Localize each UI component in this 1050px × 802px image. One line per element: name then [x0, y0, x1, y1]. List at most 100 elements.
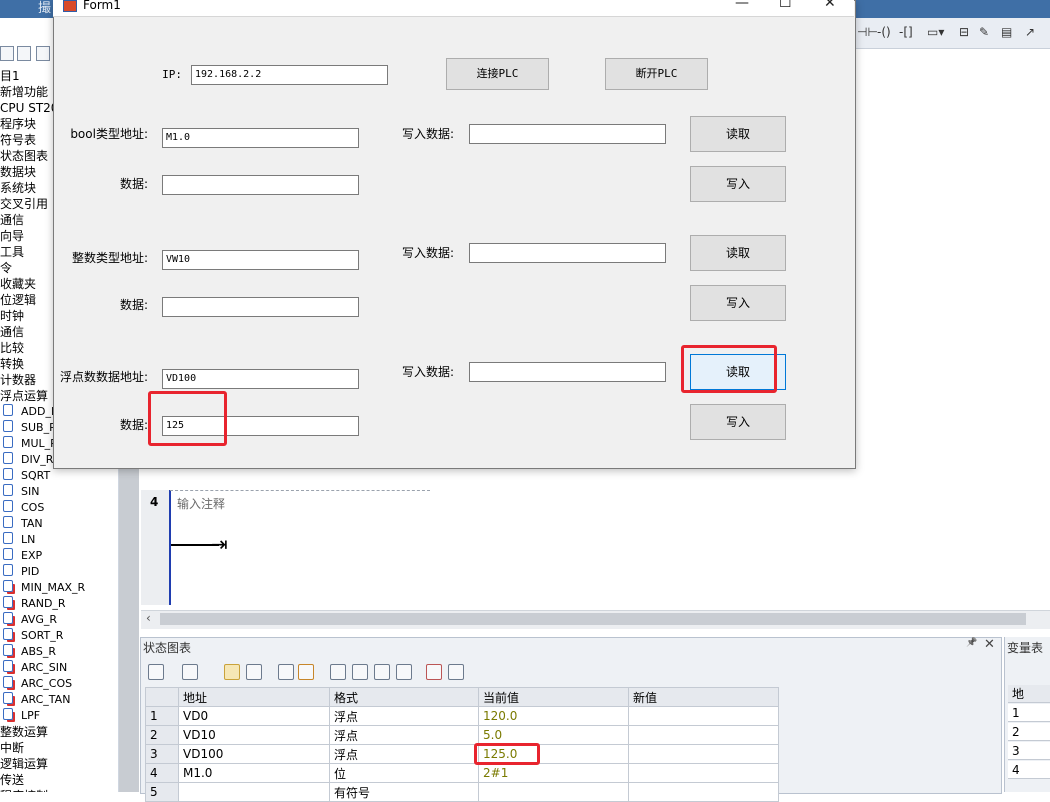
- scroll-left-icon[interactable]: ‹: [146, 611, 151, 625]
- tree-item[interactable]: 位逻辑: [0, 292, 36, 308]
- rung-comment[interactable]: 输入注释: [177, 495, 225, 512]
- tree-item[interactable]: 传送: [0, 772, 24, 788]
- instruction-item[interactable]: LN: [0, 532, 35, 548]
- contact-icon[interactable]: ⊣⊢: [857, 25, 878, 39]
- tree-item[interactable]: 通信: [0, 212, 24, 228]
- edit-icon[interactable]: ✎: [979, 25, 989, 39]
- tag-dropdown-icon[interactable]: [448, 664, 464, 680]
- connect-plc-button[interactable]: 连接PLC: [446, 58, 549, 90]
- format-cell[interactable]: 浮点: [329, 725, 479, 745]
- int-address-input[interactable]: VW10: [162, 250, 359, 270]
- network-icon[interactable]: ⊟: [959, 25, 969, 39]
- table-row[interactable]: 4 M1.0 位 2#1: [145, 763, 779, 783]
- comment-icon[interactable]: ▤: [1001, 25, 1012, 39]
- instruction-item[interactable]: PID: [0, 564, 39, 580]
- lock-icon[interactable]: [330, 664, 346, 680]
- instruction-item[interactable]: SQRT: [0, 468, 50, 484]
- table-icon[interactable]: [148, 664, 164, 680]
- float-address-input[interactable]: VD100: [162, 369, 359, 389]
- page-icon[interactable]: [17, 46, 31, 61]
- ip-input[interactable]: 192.168.2.2: [191, 65, 388, 85]
- tree-item[interactable]: 计数器: [0, 372, 36, 388]
- close-icon[interactable]: ✕: [984, 637, 995, 652]
- instruction-item[interactable]: DIV_R: [0, 452, 53, 468]
- tree-item[interactable]: 比较: [0, 340, 24, 356]
- force-icon[interactable]: [374, 664, 390, 680]
- instruction-item[interactable]: SIN: [0, 484, 39, 500]
- instruction-item[interactable]: ADD_R: [0, 404, 59, 420]
- tree-item[interactable]: 时钟: [0, 308, 24, 324]
- tree-item[interactable]: 逻辑运算: [0, 756, 48, 772]
- table-row[interactable]: 5 有符号: [145, 782, 779, 802]
- instruction-item[interactable]: MIN_MAX_R: [0, 580, 85, 596]
- new-value-cell[interactable]: [628, 706, 779, 726]
- tree-item[interactable]: 数据块: [0, 164, 36, 180]
- tree-item[interactable]: CPU ST20: [0, 100, 58, 116]
- instruction-item[interactable]: COS: [0, 500, 44, 516]
- format-cell[interactable]: 位: [329, 763, 479, 783]
- bool-write-data-input[interactable]: [469, 124, 666, 144]
- float-write-button[interactable]: 写入: [690, 404, 786, 440]
- pencil-icon[interactable]: [298, 664, 314, 680]
- table-row[interactable]: 3 VD100 浮点 125.0: [145, 744, 779, 764]
- close-button[interactable]: ✕: [824, 0, 836, 10]
- instruction-item[interactable]: MUL_R: [0, 436, 58, 452]
- format-cell[interactable]: 浮点: [329, 706, 479, 726]
- bool-data-input[interactable]: [162, 175, 359, 195]
- monitor-icon[interactable]: [224, 664, 240, 680]
- list-icon[interactable]: [36, 46, 50, 61]
- minimize-button[interactable]: —: [735, 0, 749, 10]
- box-icon[interactable]: -[]: [899, 25, 913, 39]
- new-value-cell[interactable]: [628, 782, 779, 802]
- hscrollbar-thumb[interactable]: [160, 613, 1026, 625]
- float-write-data-input[interactable]: [469, 362, 666, 382]
- maximize-button[interactable]: ☐: [779, 0, 792, 10]
- instruction-item[interactable]: ARC_COS: [0, 676, 72, 692]
- tree-item[interactable]: 符号表: [0, 132, 36, 148]
- trend-icon[interactable]: [426, 664, 442, 680]
- header-address[interactable]: 地址: [178, 687, 330, 707]
- instruction-item[interactable]: SORT_R: [0, 628, 63, 644]
- tree-item[interactable]: 令: [0, 260, 12, 276]
- address-cell[interactable]: VD10: [178, 725, 330, 745]
- disconnect-plc-button[interactable]: 断开PLC: [605, 58, 708, 90]
- address-cell[interactable]: VD100: [178, 744, 330, 764]
- instruction-item[interactable]: RAND_R: [0, 596, 66, 612]
- doc-icon[interactable]: [0, 46, 14, 61]
- tag-icon[interactable]: ▭▾: [927, 25, 944, 39]
- int-read-button[interactable]: 读取: [690, 235, 786, 271]
- int-data-input[interactable]: [162, 297, 359, 317]
- instruction-item[interactable]: AVG_R: [0, 612, 57, 628]
- current-value-cell[interactable]: 120.0: [478, 706, 629, 726]
- tree-item[interactable]: 新增功能: [0, 84, 48, 100]
- table-row[interactable]: 3: [1008, 742, 1050, 760]
- address-cell[interactable]: VD0: [178, 706, 330, 726]
- tree-item[interactable]: 程序块: [0, 116, 36, 132]
- tree-item[interactable]: 工具: [0, 244, 24, 260]
- tree-item[interactable]: 通信: [0, 324, 24, 340]
- format-cell[interactable]: 浮点: [329, 744, 479, 764]
- current-value-cell[interactable]: [478, 782, 629, 802]
- table-row[interactable]: 1: [1008, 704, 1050, 722]
- tree-item[interactable]: 转换: [0, 356, 24, 372]
- table-row[interactable]: 2 VD10 浮点 5.0: [145, 725, 779, 745]
- pin-icon[interactable]: 📌: [966, 638, 977, 648]
- tree-item[interactable]: 中断: [0, 740, 24, 756]
- unlock-icon[interactable]: [352, 664, 368, 680]
- instruction-item[interactable]: ARC_SIN: [0, 660, 67, 676]
- tree-item[interactable]: 浮点运算: [0, 388, 48, 404]
- table-add-icon[interactable]: [182, 664, 198, 680]
- instruction-item[interactable]: EXP: [0, 548, 42, 564]
- format-cell[interactable]: 有符号: [329, 782, 479, 802]
- int-write-data-input[interactable]: [469, 243, 666, 263]
- tree-item[interactable]: 向导: [0, 228, 24, 244]
- instruction-item[interactable]: TAN: [0, 516, 43, 532]
- tree-item[interactable]: 系统块: [0, 180, 36, 196]
- tree-item[interactable]: 交叉引用: [0, 196, 48, 212]
- instruction-item[interactable]: LPF: [0, 708, 40, 724]
- header-format[interactable]: 格式: [329, 687, 479, 707]
- coil-icon[interactable]: -(): [877, 25, 891, 39]
- new-value-cell[interactable]: [628, 725, 779, 745]
- tree-item[interactable]: 状态图表: [0, 148, 48, 164]
- instruction-item[interactable]: SUB_R: [0, 420, 57, 436]
